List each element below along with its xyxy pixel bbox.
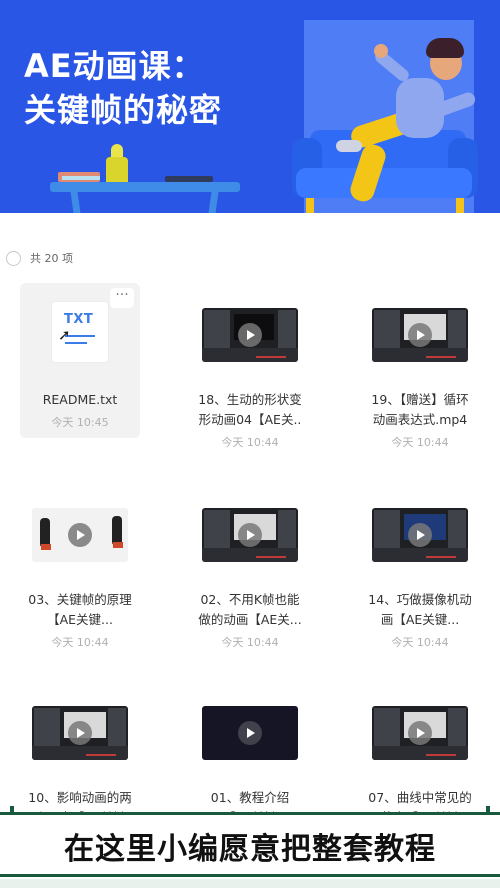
vase-illustration bbox=[106, 157, 128, 184]
play-icon bbox=[68, 721, 92, 745]
character-shoe bbox=[336, 140, 362, 152]
file-date: 今天 10:44 bbox=[391, 636, 449, 649]
txt-file-icon-label: TXT bbox=[64, 312, 94, 327]
play-icon bbox=[238, 721, 262, 745]
course-banner: AE动画课： 关键帧的秘密 bbox=[0, 0, 500, 213]
subtitle-border-bottom bbox=[0, 874, 500, 877]
play-icon bbox=[238, 523, 262, 547]
table-leg bbox=[208, 192, 219, 213]
banner-title: AE动画课： 关键帧的秘密 bbox=[24, 44, 222, 132]
table-illustration bbox=[50, 182, 240, 192]
video-thumbnail[interactable] bbox=[202, 308, 298, 362]
subtitle-text: 在这里小编愿意把整套教程 bbox=[64, 832, 436, 867]
file-name-line1: 19、【赠送】循环 bbox=[371, 392, 469, 407]
video-thumbnail[interactable] bbox=[372, 508, 468, 562]
item-count: 共 20 项 bbox=[30, 252, 73, 265]
file-date: 今天 10:44 bbox=[221, 436, 279, 449]
file-name-line1: 14、巧做摄像机动 bbox=[368, 592, 472, 607]
play-icon bbox=[68, 523, 92, 547]
banner-title-line1: AE动画课： bbox=[24, 47, 205, 85]
more-icon: ··· bbox=[115, 287, 129, 303]
file-name-line1: 18、生动的形状变 bbox=[198, 392, 302, 407]
play-icon bbox=[408, 523, 432, 547]
vase-illustration-neck bbox=[111, 144, 123, 158]
file-name-line1: 03、关键帧的原理 bbox=[28, 592, 132, 607]
video-thumbnail[interactable] bbox=[202, 508, 298, 562]
more-options-button[interactable]: ··· bbox=[110, 288, 134, 308]
file-name-line2: 画【AE关键... bbox=[380, 612, 460, 627]
file-name-line1: 02、不用K帧也能 bbox=[200, 592, 300, 607]
file-name: README.txt bbox=[42, 392, 118, 407]
play-icon bbox=[238, 323, 262, 347]
list-header: 共 20 项 bbox=[6, 248, 73, 268]
bottom-strip bbox=[0, 879, 500, 888]
sofa-leg bbox=[306, 198, 314, 213]
file-name-line2: 动画表达式.mp4 bbox=[372, 412, 468, 427]
file-date: 今天 10:44 bbox=[221, 636, 279, 649]
table-leg bbox=[70, 192, 81, 213]
play-icon bbox=[408, 323, 432, 347]
file-date: 今天 10:44 bbox=[51, 636, 109, 649]
play-icon bbox=[408, 721, 432, 745]
video-thumbnail[interactable] bbox=[32, 508, 128, 562]
banner-title-line2: 关键帧的秘密 bbox=[24, 91, 223, 129]
book-illustration bbox=[62, 176, 100, 180]
file-name-line2: 【AE关键... bbox=[47, 612, 113, 627]
character-hand bbox=[374, 44, 388, 58]
file-name-line2: 做的动画【AE关... bbox=[198, 612, 302, 627]
sofa-seat bbox=[296, 168, 472, 198]
video-thumbnail[interactable] bbox=[372, 706, 468, 760]
video-thumbnail[interactable] bbox=[372, 308, 468, 362]
video-thumbnail[interactable] bbox=[202, 706, 298, 760]
file-date: 今天 10:45 bbox=[51, 416, 109, 429]
file-name-line2: 形动画04【AE关.. bbox=[198, 412, 302, 427]
sofa-leg bbox=[456, 198, 464, 213]
file-date: 今天 10:44 bbox=[391, 436, 449, 449]
character-hair bbox=[426, 38, 464, 58]
select-all-checkbox[interactable] bbox=[6, 250, 21, 266]
mouse-cursor-icon: ➚ bbox=[58, 326, 71, 344]
video-thumbnail[interactable] bbox=[32, 706, 128, 760]
